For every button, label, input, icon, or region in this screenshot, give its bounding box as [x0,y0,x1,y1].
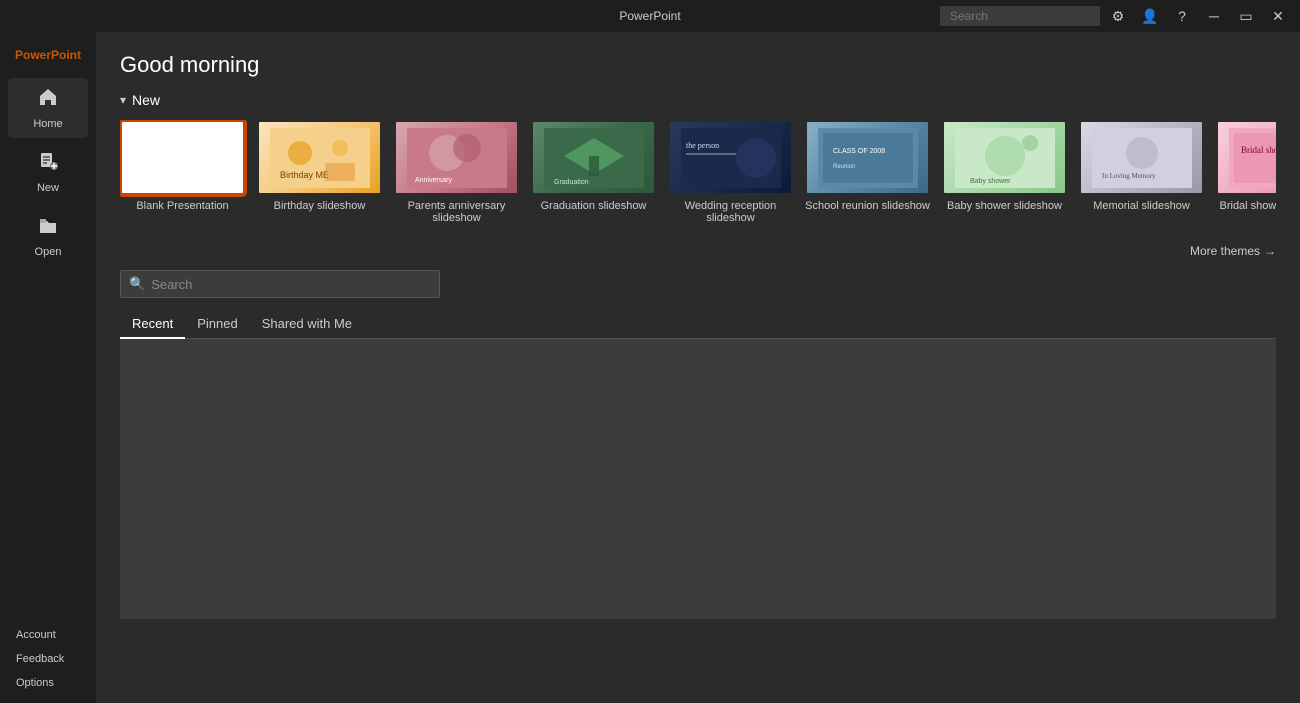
title-search-input[interactable] [940,6,1100,26]
template-bridal-label: Bridal shower slideshow [1220,200,1277,212]
svg-text:Reunion: Reunion [833,164,855,170]
sidebar-bottom: Account Feedback Options [0,619,96,703]
new-section-title: New [132,92,160,108]
search-container: 🔍 [120,270,1276,298]
tab-pinned[interactable]: Pinned [185,310,249,339]
svg-text:In Loving Memory: In Loving Memory [1102,172,1156,180]
title-bar-controls: ⚙ 👤 ? ─ ▭ ✕ [940,2,1292,30]
tab-recent[interactable]: Recent [120,310,185,339]
svg-text:CLASS OF 2008: CLASS OF 2008 [833,148,885,155]
template-grid: Blank Presentation Birthday ME [120,120,1276,228]
template-baby-label: Baby shower slideshow [947,200,1062,212]
account-icon-button[interactable]: 👤 [1136,2,1164,30]
svg-text:Birthday ME: Birthday ME [280,170,329,180]
recent-area [120,339,1276,619]
svg-text:Bridal shower: Bridal shower [1241,145,1277,155]
title-bar: PowerPoint ⚙ 👤 ? ─ ▭ ✕ [0,0,1300,32]
sidebar-nav: Home New [8,78,88,619]
restore-button[interactable]: ▭ [1232,2,1260,30]
template-graduation-thumb: Graduation [531,120,656,195]
more-themes-link[interactable]: More themes → [1190,244,1276,258]
sidebar-account[interactable]: Account [12,627,60,643]
app-title: PowerPoint [619,9,680,23]
settings-icon-button[interactable]: ⚙ [1104,2,1132,30]
template-memorial[interactable]: In Loving Memory Memorial slideshow [1079,120,1204,224]
more-themes-row: More themes → [120,244,1276,258]
sidebar-item-home-label: Home [33,118,62,130]
minimize-button[interactable]: ─ [1200,2,1228,30]
search-icon: 🔍 [129,276,145,292]
svg-text:Anniversary: Anniversary [415,177,452,184]
search-input[interactable] [151,277,431,292]
template-anniversary-label: Parents anniversary slideshow [394,200,519,224]
template-birthday[interactable]: Birthday ME Birthday slideshow [257,120,382,224]
template-anniversary-thumb: Anniversary [394,120,519,195]
close-button[interactable]: ✕ [1264,2,1292,30]
template-memorial-label: Memorial slideshow [1093,200,1190,212]
template-graduation-label: Graduation slideshow [541,200,647,212]
tabs: Recent Pinned Shared with Me [120,310,1276,339]
greeting-heading: Good morning [120,52,1276,78]
template-graduation[interactable]: Graduation Graduation slideshow [531,120,656,224]
template-blank-label: Blank Presentation [136,200,228,212]
template-birthday-label: Birthday slideshow [274,200,366,212]
svg-text:Graduation: Graduation [554,179,589,186]
search-box: 🔍 [120,270,440,298]
sidebar-brand: PowerPoint [15,40,81,78]
template-wedding[interactable]: the person Wedding reception slideshow [668,120,793,224]
sidebar-item-new[interactable]: New [8,142,88,202]
more-themes-arrow-icon: → [1264,244,1276,258]
sidebar-item-open-label: Open [35,246,62,258]
template-wedding-label: Wedding reception slideshow [668,200,793,224]
template-baby-thumb: Baby shower [942,120,1067,195]
template-wedding-thumb: the person [668,120,793,195]
template-anniversary[interactable]: Anniversary Parents anniversary slidesho… [394,120,519,224]
svg-text:Baby shower: Baby shower [970,178,1011,185]
sidebar-options[interactable]: Options [12,675,58,691]
template-blank-thumb [120,120,245,195]
sidebar: PowerPoint Home [0,32,96,703]
template-birthday-thumb: Birthday ME [257,120,382,195]
new-section-header: ▾ New [120,92,1276,108]
app-body: PowerPoint Home [0,32,1300,703]
svg-text:the person: the person [686,141,719,150]
sidebar-item-home[interactable]: Home [8,78,88,138]
home-icon [37,86,59,114]
sidebar-item-new-label: New [37,182,59,194]
new-section-toggle[interactable]: ▾ [120,93,126,107]
template-memorial-thumb: In Loving Memory [1079,120,1204,195]
more-themes-label: More themes [1190,244,1260,258]
template-blank[interactable]: Blank Presentation [120,120,245,224]
template-reunion-thumb: CLASS OF 2008 Reunion [805,120,930,195]
help-icon-button[interactable]: ? [1168,2,1196,30]
tab-shared[interactable]: Shared with Me [250,310,364,339]
template-bridal[interactable]: Bridal shower Bridal shower slideshow [1216,120,1276,224]
new-icon [37,150,59,178]
open-icon [37,214,59,242]
template-baby[interactable]: Baby shower Baby shower slideshow [942,120,1067,224]
main-content: Good morning ▾ New Blank Presentation [96,32,1300,703]
sidebar-feedback[interactable]: Feedback [12,651,68,667]
template-bridal-thumb: Bridal shower [1216,120,1276,195]
template-reunion[interactable]: CLASS OF 2008 Reunion School reunion sli… [805,120,930,224]
template-reunion-label: School reunion slideshow [805,200,930,212]
sidebar-item-open[interactable]: Open [8,206,88,266]
